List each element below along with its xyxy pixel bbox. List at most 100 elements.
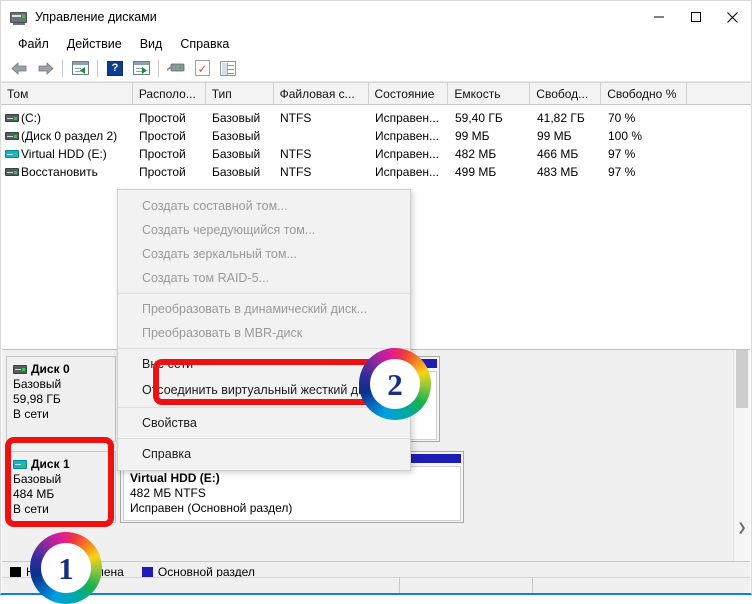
window-title: Управление дисками xyxy=(35,10,157,24)
cell-filesystem: NTFS xyxy=(280,111,312,125)
cell-volume: Восстановить xyxy=(21,165,98,179)
forward-arrow-icon[interactable] xyxy=(32,56,58,80)
toolbar: ? ✓ xyxy=(1,55,751,82)
cell-free-percent: 97 % xyxy=(608,165,636,179)
maximize-button[interactable] xyxy=(677,1,714,33)
rescan-disks-icon[interactable]: ✓ xyxy=(189,56,215,80)
properties-icon[interactable] xyxy=(215,56,241,80)
scrollbar-thumb[interactable] xyxy=(736,350,748,408)
cell-capacity: 499 МБ xyxy=(455,165,497,179)
disk-management-icon xyxy=(10,9,28,25)
volume-list: Том Располо... Тип Файловая с... Состоян… xyxy=(1,82,751,181)
cell-type: Базовый xyxy=(212,165,261,179)
cell-free: 466 МБ xyxy=(537,147,579,161)
close-button[interactable] xyxy=(714,1,751,33)
menu-item-properties[interactable]: Свойства xyxy=(118,411,410,435)
cell-volume: (C:) xyxy=(21,111,41,125)
window-controls xyxy=(640,1,751,33)
legend-swatch-unallocated xyxy=(10,566,21,578)
menu-separator xyxy=(118,438,410,439)
cell-filesystem: NTFS xyxy=(280,165,312,179)
volume-icon-virtual xyxy=(3,150,21,158)
column-header-type[interactable]: Тип xyxy=(206,83,274,104)
menu-separator xyxy=(118,293,410,294)
table-row[interactable]: Virtual HDD (E:) Простой Базовый NTFS Ис… xyxy=(1,145,751,163)
annotation-badge-2: 2 xyxy=(359,348,431,420)
cell-status: Исправен... xyxy=(375,165,440,179)
status-pane-2 xyxy=(400,578,533,593)
cell-free-percent: 70 % xyxy=(608,111,636,125)
disk-context-menu: Создать составной том... Создать чередую… xyxy=(117,189,411,471)
column-header-free-percent[interactable]: Свободно % xyxy=(601,83,688,104)
cell-capacity: 482 МБ xyxy=(455,147,497,161)
menu-item-create-spanned[interactable]: Создать составной том... xyxy=(118,194,410,218)
column-header-volume[interactable]: Том xyxy=(1,83,133,104)
column-header-capacity[interactable]: Емкость xyxy=(448,83,531,104)
cell-capacity: 59,40 ГБ xyxy=(455,111,503,125)
column-header-free[interactable]: Свобод... xyxy=(530,83,602,104)
menu-item-create-mirrored[interactable]: Создать зеркальный том... xyxy=(118,242,410,266)
menu-item-convert-mbr[interactable]: Преобразовать в MBR-диск xyxy=(118,321,410,345)
table-row[interactable]: (Диск 0 раздел 2) Простой Базовый Исправ… xyxy=(1,127,751,145)
disk-icon[interactable] xyxy=(163,56,189,80)
badge-number: 1 xyxy=(58,550,74,586)
volume-table-header: Том Располо... Тип Файловая с... Состоян… xyxy=(1,82,751,105)
column-header-empty[interactable] xyxy=(687,83,751,104)
cell-status: Исправен... xyxy=(375,147,440,161)
disk-1-block[interactable]: Диск 1 Базовый 484 МБ В сети xyxy=(6,451,116,523)
cell-free-percent: 100 % xyxy=(608,129,643,143)
column-header-layout[interactable]: Располо... xyxy=(133,83,206,104)
partition-size-fs: 482 МБ NTFS xyxy=(130,486,206,500)
legend-swatch-primary xyxy=(141,566,153,578)
cell-type: Базовый xyxy=(212,111,261,125)
disk-name: Диск 1 xyxy=(31,457,70,471)
table-row[interactable]: Восстановить Простой Базовый NTFS Исправ… xyxy=(1,163,751,181)
back-arrow-icon[interactable] xyxy=(6,56,32,80)
partition-status: Исправен (Основной раздел) xyxy=(130,501,293,515)
status-pane-3 xyxy=(533,578,750,593)
menu-item-help[interactable]: Справка xyxy=(118,442,410,466)
menu-bar: Файл Действие Вид Справка xyxy=(1,33,751,55)
cell-layout: Простой xyxy=(139,111,186,125)
menu-item-create-striped[interactable]: Создать чередующийся том... xyxy=(118,218,410,242)
disk-pane-scrollbar[interactable]: ❯ xyxy=(733,350,750,562)
cell-free: 41,82 ГБ xyxy=(537,111,585,125)
menu-item-create-raid5[interactable]: Создать том RAID-5... xyxy=(118,266,410,290)
disk-state: В сети xyxy=(13,407,49,421)
up-one-level-icon[interactable] xyxy=(67,56,93,80)
status-bar xyxy=(2,577,750,593)
menu-action[interactable]: Действие xyxy=(58,35,131,53)
scroll-down-chevron-icon[interactable]: ❯ xyxy=(734,521,750,534)
cell-filesystem: NTFS xyxy=(280,147,312,161)
help-icon[interactable]: ? xyxy=(102,56,128,80)
title-bar: Управление дисками xyxy=(1,1,751,33)
annotation-badge-1: 1 xyxy=(30,532,102,604)
toolbar-separator xyxy=(158,59,159,77)
column-header-filesystem[interactable]: Файловая с... xyxy=(274,83,369,104)
cell-status: Исправен... xyxy=(375,129,440,143)
disk-0-block[interactable]: Диск 0 Базовый 59,98 ГБ В сети xyxy=(6,356,116,442)
column-header-status[interactable]: Состояние xyxy=(369,83,449,104)
cell-type: Базовый xyxy=(212,129,261,143)
partition-title: Virtual HDD (E:) xyxy=(130,471,220,485)
menu-file[interactable]: Файл xyxy=(9,35,58,53)
menu-separator xyxy=(118,407,410,408)
menu-help[interactable]: Справка xyxy=(171,35,238,53)
minimize-button[interactable] xyxy=(640,1,677,33)
disk-icon-virtual xyxy=(13,460,27,469)
cell-type: Базовый xyxy=(212,147,261,161)
menu-item-convert-dynamic[interactable]: Преобразовать в динамический диск... xyxy=(118,297,410,321)
cell-layout: Простой xyxy=(139,147,186,161)
disk-type: Базовый xyxy=(13,472,62,486)
table-row[interactable]: (C:) Простой Базовый NTFS Исправен... 59… xyxy=(1,109,751,127)
cell-status: Исправен... xyxy=(375,111,440,125)
cell-free-percent: 97 % xyxy=(608,147,636,161)
toolbar-separator xyxy=(62,59,63,77)
toolbar-separator xyxy=(97,59,98,77)
show-action-pane-icon[interactable] xyxy=(128,56,154,80)
menu-view[interactable]: Вид xyxy=(131,35,172,53)
badge-number: 2 xyxy=(387,366,403,402)
volume-icon xyxy=(3,132,21,140)
disk-state: В сети xyxy=(13,502,49,516)
cell-free: 483 МБ xyxy=(537,165,579,179)
